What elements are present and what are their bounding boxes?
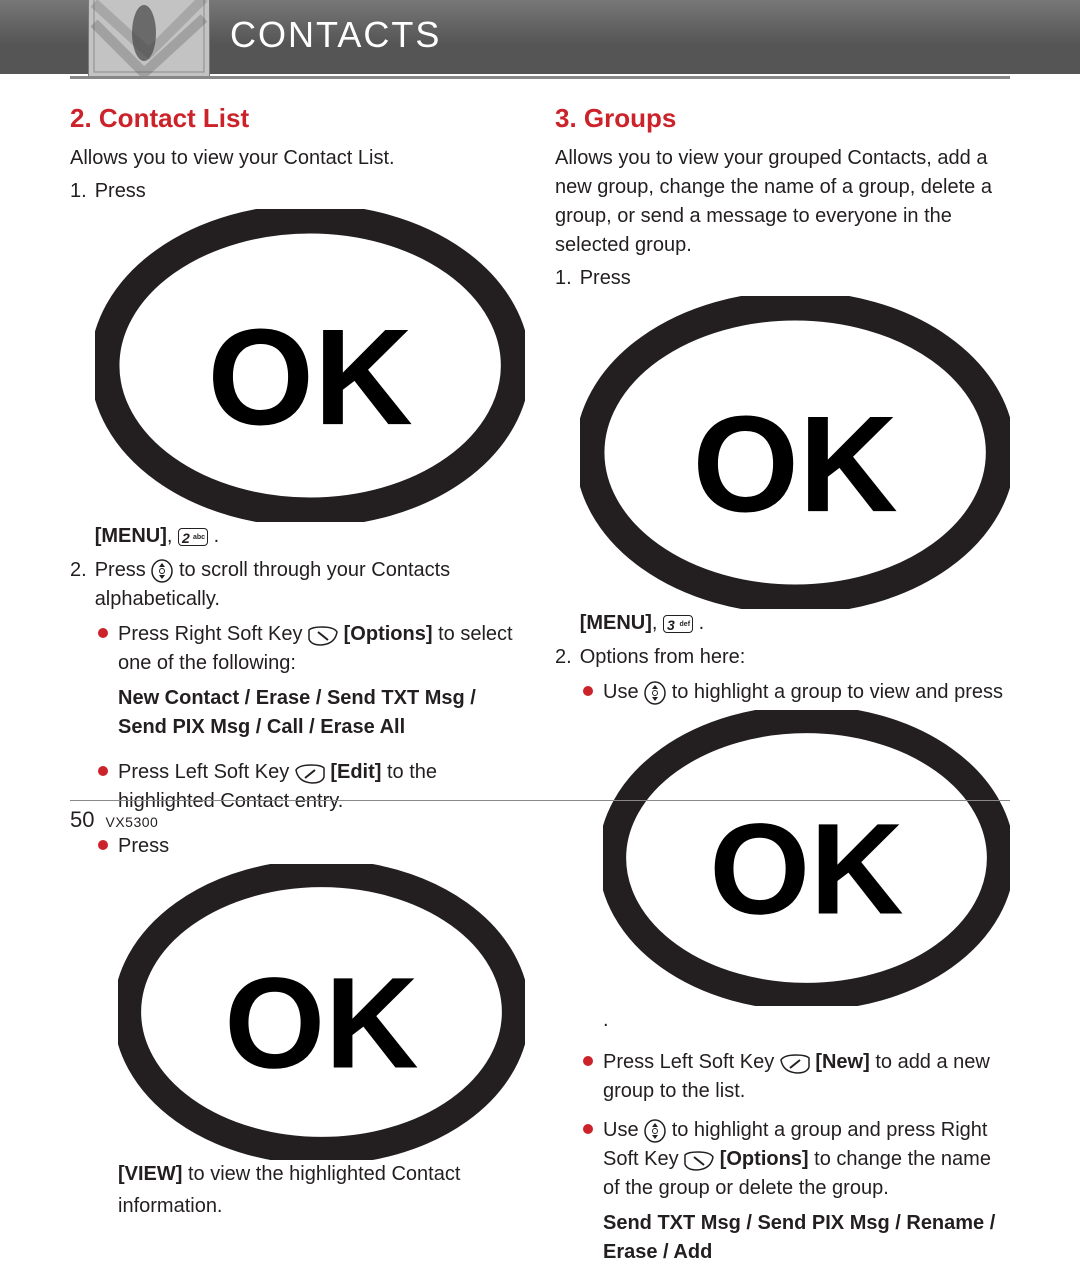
ok-icon: OK bbox=[580, 296, 1010, 609]
nav-up-down-icon bbox=[151, 559, 173, 583]
right-soft-key-icon bbox=[308, 626, 338, 646]
options-label: [Options] bbox=[344, 623, 433, 645]
intro-contact-list: Allows you to view your Contact List. bbox=[70, 144, 525, 173]
ok-icon: OK bbox=[603, 710, 1010, 1006]
heading-contact-list: 2. Contact List bbox=[70, 100, 525, 138]
bullet-edit: Press Left Soft Key [Edit] to the highli… bbox=[98, 758, 525, 816]
ok-icon: OK bbox=[118, 864, 525, 1160]
ok-icon: OK bbox=[95, 209, 525, 522]
bullet-dot-icon bbox=[98, 628, 108, 638]
options-list: New Contact / Erase / Send TXT Msg / Sen… bbox=[118, 684, 525, 742]
bullet-dot-icon bbox=[583, 1124, 593, 1134]
step-2-contact-list: 2. Press to scroll through your Contacts… bbox=[70, 556, 525, 614]
bullet-dot-icon bbox=[583, 686, 593, 696]
text: , bbox=[652, 612, 663, 634]
text: , bbox=[167, 525, 178, 547]
bullet-view: Press OK [VIEW] to view the highlighted … bbox=[98, 832, 525, 1221]
header-divider bbox=[70, 76, 1010, 79]
page: CONTACTS 2. Contact List Allows you to v… bbox=[0, 0, 1080, 863]
nav-up-down-icon bbox=[644, 1119, 666, 1143]
page-number: 50 bbox=[70, 807, 94, 832]
bullets-groups: Use to highlight a group to view and pre… bbox=[555, 678, 1010, 1267]
options-label: [Options] bbox=[720, 1148, 809, 1170]
menu-label: [MENU] bbox=[580, 612, 652, 634]
text: . bbox=[208, 525, 219, 547]
column-groups: 3. Groups Allows you to view your groupe… bbox=[555, 92, 1010, 1273]
group-options-list: Send TXT Msg / Send PIX Msg / Rename / E… bbox=[603, 1209, 1010, 1267]
bullet-options: Press Right Soft Key [Options] to select… bbox=[98, 620, 525, 742]
text: . bbox=[693, 612, 704, 634]
text: Press Left Soft Key bbox=[118, 761, 295, 783]
model-number: VX5300 bbox=[106, 814, 159, 830]
key-digit: 2 bbox=[182, 528, 190, 548]
column-contact-list: 2. Contact List Allows you to view your … bbox=[70, 92, 525, 1273]
bullet-dot-icon bbox=[98, 840, 108, 850]
text: Use bbox=[603, 1119, 644, 1141]
text: Press bbox=[95, 559, 152, 581]
text: Press bbox=[580, 267, 631, 289]
step-1-groups: 1. Press OK [MENU], 3 def . bbox=[555, 264, 1010, 641]
key-3-icon: 3 def bbox=[663, 615, 693, 633]
header-bar: CONTACTS bbox=[0, 0, 1080, 74]
step-number: 1. bbox=[70, 177, 87, 554]
step-1-contact-list: 1. Press OK [MENU], 2 abc . bbox=[70, 177, 525, 554]
bullet-new-group: Press Left Soft Key [New] to add a new g… bbox=[583, 1048, 1010, 1106]
step-number: 1. bbox=[555, 264, 572, 641]
bullet-highlight-view: Use to highlight a group to view and pre… bbox=[583, 678, 1010, 1038]
svg-text:OK: OK bbox=[207, 301, 412, 454]
nav-up-down-icon bbox=[644, 681, 666, 705]
step-2-groups: 2. Options from here: bbox=[555, 643, 1010, 672]
step-number: 2. bbox=[70, 556, 87, 614]
heading-groups: 3. Groups bbox=[555, 100, 1010, 138]
left-soft-key-icon bbox=[295, 764, 325, 784]
header-photo bbox=[88, 0, 210, 78]
key-letters: def bbox=[680, 620, 691, 630]
bullet-options-group: Use to highlight a group and press Right… bbox=[583, 1116, 1010, 1267]
svg-text:OK: OK bbox=[709, 797, 903, 941]
key-letters: abc bbox=[193, 533, 205, 543]
bullet-dot-icon bbox=[98, 766, 108, 776]
key-2-icon: 2 abc bbox=[178, 528, 208, 546]
footer: 50 VX5300 bbox=[70, 807, 158, 833]
svg-text:OK: OK bbox=[224, 951, 418, 1095]
text: to highlight a group to view and press bbox=[672, 681, 1003, 703]
text: Use bbox=[603, 681, 644, 703]
photo-placeholder-icon bbox=[89, 0, 209, 77]
left-soft-key-icon bbox=[780, 1054, 810, 1074]
text: Press Right Soft Key bbox=[118, 623, 308, 645]
text: Press bbox=[118, 835, 169, 857]
text: Press bbox=[95, 180, 146, 202]
text: Press Left Soft Key bbox=[603, 1051, 780, 1073]
text: . bbox=[603, 1009, 609, 1031]
intro-groups: Allows you to view your grouped Contacts… bbox=[555, 144, 1010, 260]
text: Options from here: bbox=[580, 643, 1010, 672]
svg-text:OK: OK bbox=[692, 388, 897, 541]
footer-rule bbox=[70, 800, 1010, 801]
new-label: [New] bbox=[815, 1051, 869, 1073]
right-soft-key-icon bbox=[684, 1151, 714, 1171]
bullet-dot-icon bbox=[583, 1056, 593, 1066]
step-number: 2. bbox=[555, 643, 572, 672]
bullets-contact-list: Press Right Soft Key [Options] to select… bbox=[70, 620, 525, 1221]
content-columns: 2. Contact List Allows you to view your … bbox=[70, 92, 1010, 1273]
edit-label: [Edit] bbox=[330, 761, 381, 783]
view-label: [VIEW] bbox=[118, 1163, 182, 1185]
page-section-title: CONTACTS bbox=[230, 14, 441, 56]
key-digit: 3 bbox=[667, 615, 675, 635]
menu-label: [MENU] bbox=[95, 525, 167, 547]
